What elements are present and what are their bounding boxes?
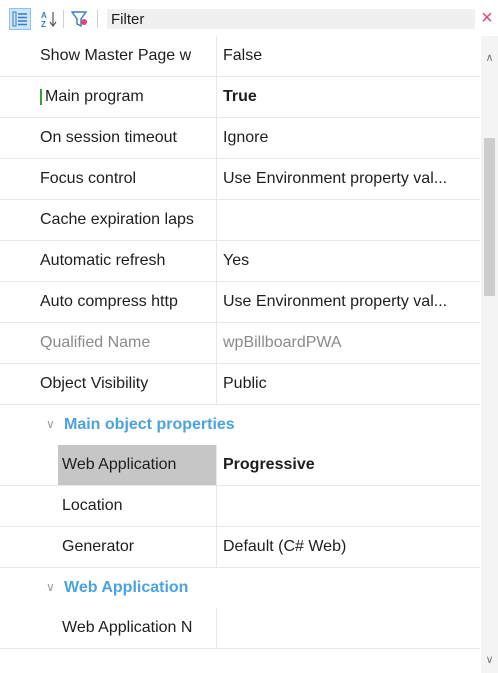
property-row[interactable]: Show Master Page w False (0, 36, 480, 77)
property-row[interactable]: Cache expiration laps (0, 200, 480, 241)
property-row[interactable]: Auto compress http Use Environment prope… (0, 282, 480, 323)
property-row[interactable]: Generator Default (C# Web) (0, 527, 480, 568)
sort-az-icon: A Z (41, 11, 57, 28)
property-row: Qualified Name wpBillboardPWA (0, 323, 480, 364)
property-value[interactable]: Use Environment property val... (223, 159, 480, 199)
category-title: Main object properties (64, 416, 235, 433)
property-name: Generator (62, 538, 135, 555)
property-name: On session timeout (40, 129, 177, 146)
alphabetical-view-button[interactable]: A Z (40, 9, 60, 29)
close-icon: × (481, 7, 493, 29)
property-row[interactable]: On session timeout Ignore (0, 118, 480, 159)
chevron-down-icon[interactable]: ∨ (46, 580, 55, 594)
property-name: Web Application N (62, 619, 193, 636)
property-name: Main program (45, 88, 144, 105)
property-name: Web Application (58, 445, 216, 485)
property-value[interactable] (223, 608, 480, 648)
property-name: Cache expiration laps (40, 211, 194, 228)
property-row[interactable]: Main program True (0, 77, 480, 118)
property-row[interactable]: Web Application Progressive (0, 445, 480, 486)
category-header[interactable]: ∨ Web Application (0, 568, 480, 608)
categorized-icon (12, 11, 27, 27)
property-row[interactable]: Focus control Use Environment property v… (0, 159, 480, 200)
scroll-down-icon[interactable]: ∨ (481, 650, 498, 670)
property-row[interactable]: Object Visibility Public (0, 364, 480, 405)
property-value[interactable] (223, 200, 480, 240)
vertical-scrollbar[interactable]: ∧ ∨ (481, 36, 498, 673)
property-name: Automatic refresh (40, 252, 166, 269)
category-header[interactable]: ∨ Main object properties (0, 405, 480, 445)
property-row[interactable]: Location (0, 486, 480, 527)
property-toolbar: A Z Filter × (0, 0, 498, 36)
property-value[interactable]: Progressive (223, 445, 480, 485)
property-value[interactable] (223, 486, 480, 526)
clear-filter-button[interactable]: × (478, 8, 496, 28)
property-name: Location (62, 497, 123, 514)
property-name: Focus control (40, 170, 137, 187)
modified-marker (40, 89, 42, 105)
property-value[interactable]: Default (C# Web) (223, 527, 480, 567)
property-name: Object Visibility (40, 375, 149, 392)
property-row[interactable]: Automatic refresh Yes (0, 241, 480, 282)
property-row[interactable]: Web Application N (0, 608, 480, 649)
property-value[interactable]: Use Environment property val... (223, 282, 480, 322)
svg-text:A: A (41, 11, 47, 20)
filter-input[interactable] (107, 9, 475, 29)
property-value[interactable]: Yes (223, 241, 480, 281)
property-name: Show Master Page w (40, 47, 192, 64)
property-name: Qualified Name (40, 334, 151, 351)
property-name: Auto compress http (40, 293, 178, 310)
filter-label: Filter (111, 11, 145, 28)
property-value[interactable]: Ignore (223, 118, 480, 158)
scroll-thumb[interactable] (484, 138, 495, 296)
property-value[interactable]: True (223, 77, 480, 117)
svg-text:Z: Z (41, 20, 46, 28)
property-grid: Show Master Page w False Main program Tr… (0, 36, 480, 673)
filter-funnel-icon (71, 11, 88, 28)
scroll-up-icon[interactable]: ∧ (481, 48, 498, 68)
filter-toggle-button[interactable] (70, 9, 90, 29)
category-title: Web Application (64, 579, 189, 596)
property-value[interactable]: Public (223, 364, 480, 404)
property-value[interactable]: False (223, 36, 480, 76)
property-value: wpBillboardPWA (223, 334, 342, 351)
chevron-down-icon[interactable]: ∨ (46, 417, 55, 431)
categorized-view-button[interactable] (9, 8, 31, 30)
